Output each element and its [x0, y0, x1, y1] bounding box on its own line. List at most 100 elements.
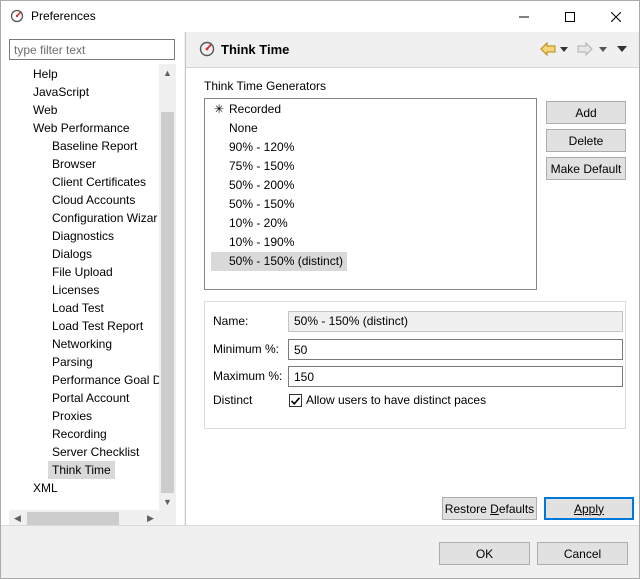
distinct-checkbox-label[interactable]: Allow users to have distinct paces — [306, 393, 486, 407]
restore-mnemonic: D — [490, 501, 499, 516]
think-time-content: Think Time Generators ✳ Recorded None 90% -… — [186, 68, 639, 526]
apply-text: pply — [582, 501, 605, 516]
tree-vertical-scrollbar[interactable]: ▲ ▼ — [159, 64, 176, 510]
ok-button[interactable]: OK — [439, 542, 530, 565]
view-menu-icon — [617, 46, 627, 52]
forward-arrow-icon — [577, 42, 593, 56]
back-menu-button[interactable] — [560, 41, 568, 57]
tree-item[interactable]: Web Performance — [29, 119, 134, 137]
preferences-navigation: HelpJavaScriptWebWeb PerformanceBaseline… — [1, 32, 184, 527]
name-field: 50% - 150% (distinct) — [288, 311, 623, 332]
page-header: Think Time — [186, 32, 639, 67]
generator-item-label: 10% - 20% — [229, 216, 288, 230]
generator-item-label: 50% - 200% — [229, 178, 295, 192]
back-button[interactable] — [540, 41, 556, 57]
tree-item[interactable]: Load Test Report — [48, 317, 147, 335]
apply-mnemonic: A — [573, 501, 582, 516]
forward-menu-button[interactable] — [599, 41, 607, 57]
page-title: Think Time — [221, 42, 290, 57]
name-label: Name: — [213, 314, 249, 328]
generator-item[interactable]: 10% - 190% — [211, 233, 298, 252]
generator-item-label: Recorded — [229, 102, 282, 116]
preference-page: Think Time Think Time Generators ✳ Recor… — [186, 32, 639, 526]
generator-item-label: None — [229, 121, 258, 135]
preferences-tree: Help JavaScript Web Web Performance Baseline… — [1, 64, 159, 510]
generator-item-label: 50% - 150% — [229, 197, 295, 211]
generator-item[interactable]: None — [211, 119, 262, 138]
make-default-button[interactable]: Make Default — [546, 157, 626, 180]
tree-item[interactable]: Performance Goal D — [48, 371, 159, 389]
tree-item[interactable]: Licenses — [48, 281, 103, 299]
scroll-down-icon[interactable]: ▼ — [159, 493, 176, 510]
filter-input[interactable] — [9, 39, 175, 60]
generator-item[interactable]: 50% - 150% (distinct) — [211, 252, 348, 271]
tree-item[interactable]: JavaScript — [29, 83, 93, 101]
generator-item-label: 90% - 120% — [229, 140, 295, 154]
maximize-button[interactable] — [547, 1, 593, 32]
add-button[interactable]: Add — [546, 101, 626, 124]
distinct-label: Distinct — [213, 393, 253, 407]
forward-button[interactable] — [577, 41, 593, 57]
maximize-icon — [565, 11, 575, 22]
gauge-icon — [199, 41, 215, 57]
gauge-icon — [10, 9, 24, 23]
generator-item[interactable]: 90% - 120% — [211, 138, 298, 157]
minimize-icon — [519, 16, 529, 17]
tree-item[interactable]: Diagnostics — [48, 227, 118, 245]
generators-list[interactable]: ✳ Recorded None 90% - 120% 75% - 150% 50% - 2… — [204, 98, 537, 290]
tree-item[interactable]: Configuration Wizar — [48, 209, 159, 227]
close-icon — [611, 11, 621, 22]
maximum-field[interactable] — [288, 366, 623, 387]
distinct-checkbox[interactable] — [289, 394, 302, 407]
chevron-down-icon — [560, 46, 568, 52]
generator-item-label: 10% - 190% — [229, 235, 295, 249]
tree-item[interactable]: Server Checklist — [48, 443, 143, 461]
tree-item[interactable]: Browser — [48, 155, 100, 173]
cancel-button[interactable]: Cancel — [537, 542, 628, 565]
tree-item[interactable]: Networking — [48, 335, 116, 353]
generator-item[interactable]: 10% - 20% — [211, 214, 292, 233]
generators-label: Think Time Generators — [204, 79, 327, 93]
generator-item-label: 50% - 150% (distinct) — [229, 254, 344, 268]
tree-item[interactable]: File Upload — [48, 263, 117, 281]
tree-item[interactable]: Dialogs — [48, 245, 96, 263]
maximum-label: Maximum %: — [213, 369, 283, 383]
dialog-separator — [1, 525, 639, 526]
restore-defaults-button[interactable]: Restore Defaults — [442, 497, 537, 520]
minimize-button[interactable] — [501, 1, 547, 32]
minimum-label: Minimum %: — [213, 342, 280, 356]
generator-item-label: 75% - 150% — [229, 159, 295, 173]
restore-text-end: efaults — [498, 501, 535, 516]
tree-item[interactable]: Load Test — [48, 299, 108, 317]
horizontal-scroll-thumb[interactable] — [27, 512, 119, 525]
tree-item[interactable]: Parsing — [48, 353, 97, 371]
delete-button[interactable]: Delete — [546, 129, 626, 152]
scroll-up-icon[interactable]: ▲ — [159, 64, 176, 81]
preferences-window: Preferences HelpJavaScriptWebWeb Perform… — [0, 0, 640, 579]
tree-item[interactable]: Help — [29, 65, 62, 83]
tree-item[interactable]: Web — [29, 101, 61, 119]
chevron-down-icon — [599, 46, 607, 52]
close-button[interactable] — [593, 1, 639, 32]
title-bar: Preferences — [1, 1, 639, 32]
apply-button[interactable]: Apply — [544, 497, 634, 520]
tree-item[interactable]: Proxies — [48, 407, 96, 425]
tree-item[interactable]: Client Certificates — [48, 173, 150, 191]
tree-item[interactable]: Recording — [48, 425, 111, 443]
generator-item[interactable]: 75% - 150% — [211, 157, 298, 176]
tree-item[interactable]: Think Time — [48, 461, 115, 479]
generator-item[interactable]: ✳ Recorded — [211, 100, 285, 119]
window-title: Preferences — [31, 9, 96, 23]
vertical-scroll-thumb[interactable] — [161, 112, 174, 493]
checkmark-icon — [291, 396, 300, 405]
view-menu-button[interactable] — [617, 41, 627, 57]
minimum-field[interactable] — [288, 339, 623, 360]
tree-item[interactable]: Cloud Accounts — [48, 191, 139, 209]
generator-item[interactable]: 50% - 200% — [211, 176, 298, 195]
restore-text-start: Restore — [444, 501, 491, 516]
tree-item[interactable]: Baseline Report — [48, 137, 141, 155]
tree-item[interactable]: Portal Account — [48, 389, 133, 407]
back-arrow-icon — [540, 42, 556, 56]
tree-item[interactable]: XML — [29, 479, 62, 497]
generator-item[interactable]: 50% - 150% — [211, 195, 298, 214]
